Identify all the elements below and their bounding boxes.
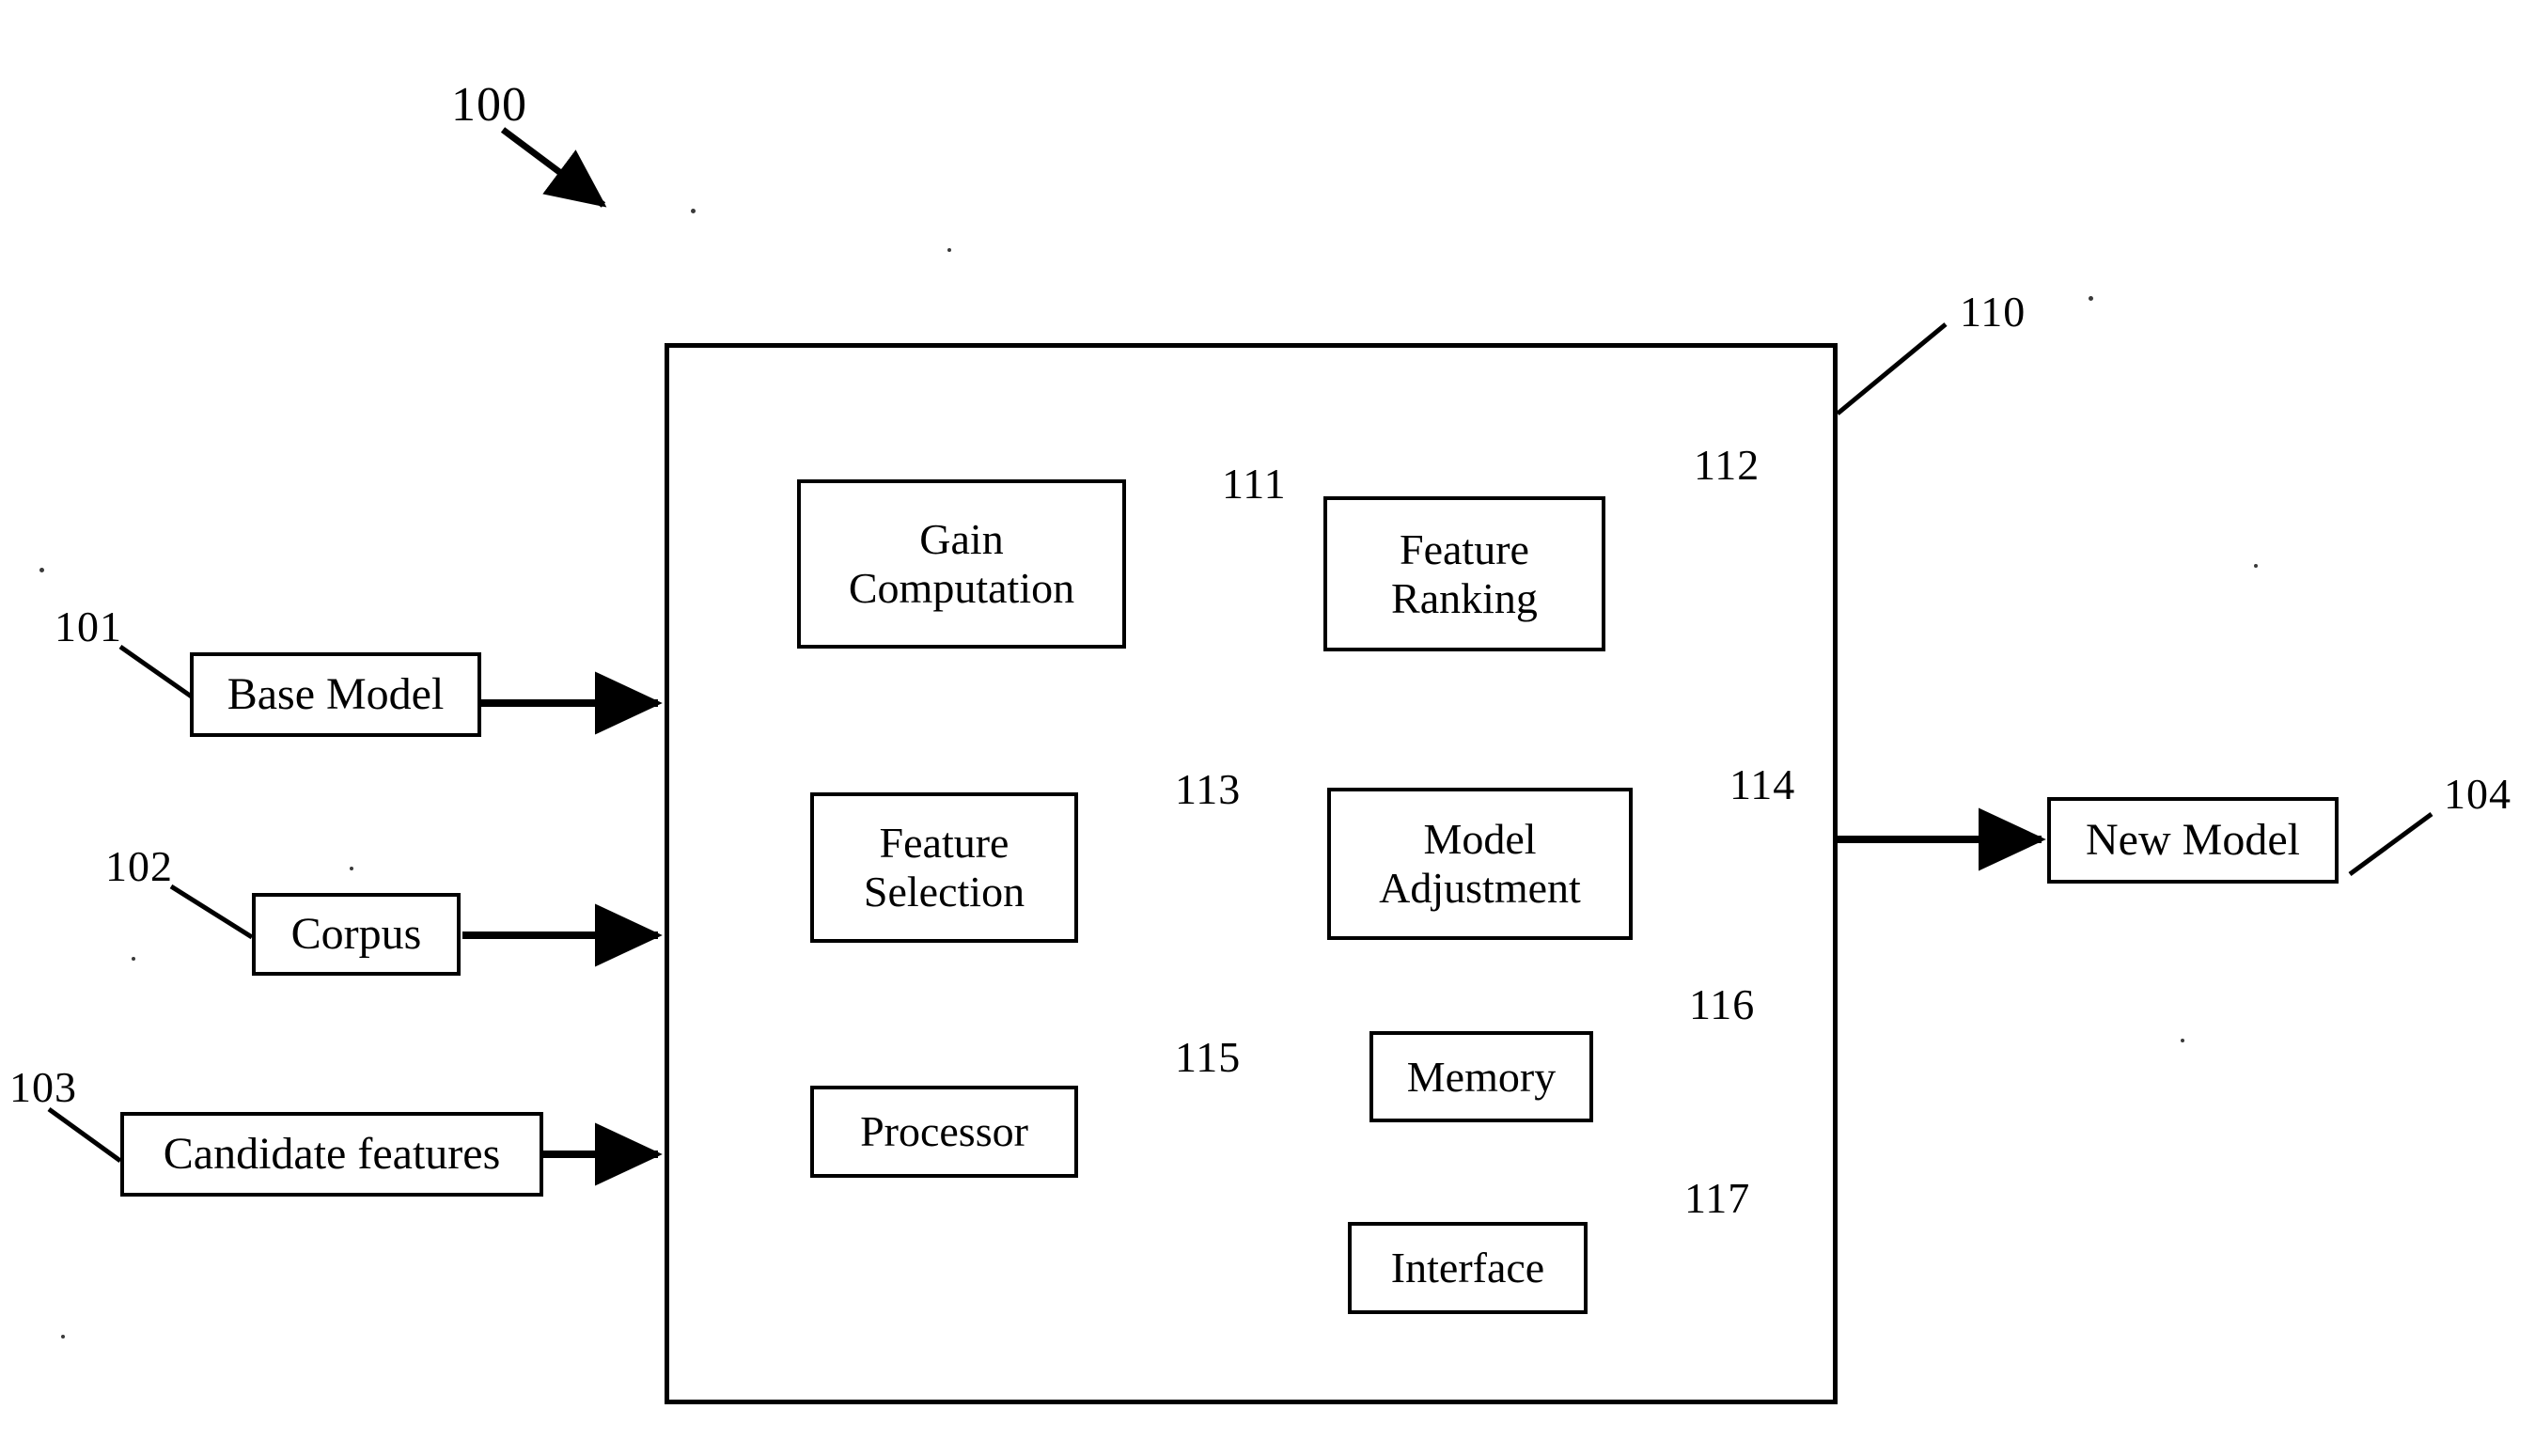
output-label: New Model [2086,815,2300,866]
leader-102 [169,884,254,940]
leader-104 [2348,811,2433,877]
reference-number-117: 117 [1684,1174,1751,1222]
leader-103 [47,1106,122,1164]
module-feature-ranking[interactable]: Feature Ranking [1323,496,1605,651]
reference-number-102: 102 [105,842,173,890]
input-label: Base Model [227,669,445,720]
scan-speck [132,957,135,961]
reference-number-116: 116 [1689,980,1756,1028]
scan-speck [2181,1039,2184,1042]
scan-speck [350,867,353,870]
module-model-adjustment[interactable]: Model Adjustment [1327,788,1633,940]
input-corpus[interactable]: Corpus [252,893,461,976]
scan-speck [691,209,696,213]
module-label: Processor [860,1107,1028,1156]
input-arrows [462,671,663,1186]
scan-speck [61,1335,65,1339]
input-label: Corpus [290,909,422,960]
reference-number-115: 115 [1175,1033,1242,1081]
input-candidate-features[interactable]: Candidate features [120,1112,543,1197]
input-base-model[interactable]: Base Model [190,652,481,737]
module-feature-selection[interactable]: Feature Selection [810,792,1078,943]
module-gain-computation[interactable]: Gain Computation [797,479,1126,649]
scan-speck [2089,296,2093,301]
reference-number-104: 104 [2444,770,2512,818]
module-memory[interactable]: Memory [1369,1031,1593,1122]
module-processor[interactable]: Processor [810,1086,1078,1178]
module-label: Gain Computation [848,515,1075,612]
reference-number-100: 100 [451,78,527,132]
reference-number-112: 112 [1694,441,1760,489]
figure-100-leader [500,127,607,208]
output-new-model[interactable]: New Model [2047,797,2339,884]
figure-canvas: 100 110 Gain Computation 111 Feature Ran… [0,0,2535,1456]
module-interface[interactable]: Interface [1348,1222,1588,1314]
reference-number-114: 114 [1729,760,1796,808]
module-label: Memory [1406,1052,1557,1101]
reference-number-111: 111 [1222,460,1287,508]
scan-speck [947,248,951,252]
leader-110 [1836,322,1948,415]
reference-number-101: 101 [55,603,122,650]
scan-speck [39,568,44,572]
module-label: Model Adjustment [1379,815,1581,912]
reference-number-103: 103 [9,1063,77,1111]
scan-speck [2254,564,2258,568]
module-label: Feature Selection [863,819,1025,916]
leader-101 [118,644,195,700]
reference-number-110: 110 [1960,288,2026,336]
module-label: Feature Ranking [1391,524,1538,622]
module-label: Interface [1390,1244,1545,1292]
input-label: Candidate features [163,1129,501,1180]
reference-number-113: 113 [1175,765,1242,813]
